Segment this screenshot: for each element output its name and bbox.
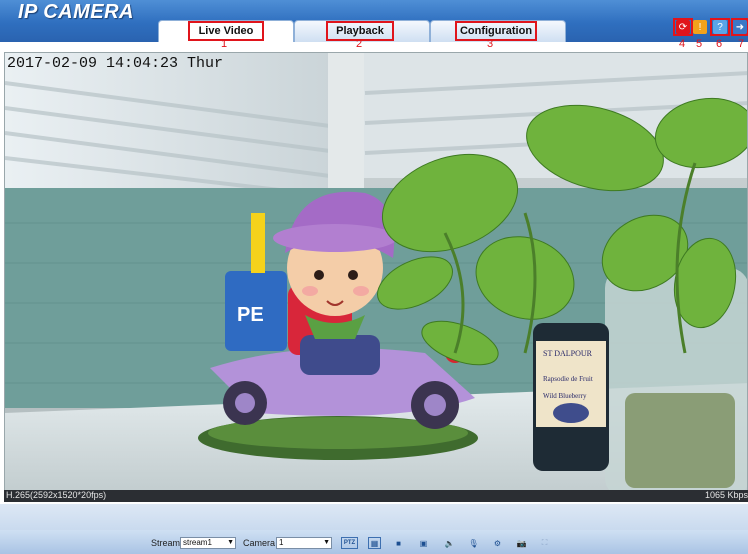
microphone-icon[interactable]: 🎙 [467, 537, 480, 549]
grid-layout-icon[interactable]: ▦ [368, 537, 381, 549]
chevron-down-icon: ▼ [323, 539, 330, 546]
callout-5: 5 [696, 38, 703, 50]
audio-icon[interactable]: 🔈 [443, 537, 456, 549]
callout-1: 1 [221, 38, 228, 50]
codec-info: H.265(2592x1520*20fps) [6, 490, 107, 500]
chevron-down-icon: ▼ [227, 539, 234, 546]
user-icon[interactable]: ! [693, 20, 707, 34]
app-logo: IP CAMERA [18, 1, 134, 23]
svg-text:Rapsodie de Fruit: Rapsodie de Fruit [543, 375, 593, 383]
stream-select[interactable]: stream1 ▼ [180, 537, 236, 549]
stream-label: Stream [151, 538, 181, 548]
video-timestamp: 2017-02-09 14:04:23 Thur [7, 55, 224, 72]
camera-select[interactable]: 1 ▼ [276, 537, 332, 549]
live-video-feed[interactable]: PE ST DALPOUR Rapsodie de Fruit Wild Blu… [4, 52, 748, 502]
refresh-icon[interactable]: ⟳ [676, 20, 690, 34]
svg-text:PE: PE [237, 304, 264, 326]
callout-6: 6 [716, 38, 723, 50]
svg-text:ST DALPOUR: ST DALPOUR [543, 349, 593, 358]
callout-2: 2 [356, 38, 363, 50]
video-status-bar: H.265(2592x1520*20fps) 1065 Kbps [4, 490, 748, 502]
tab-configuration-label[interactable]: Configuration [455, 21, 537, 41]
camera-label: Camera [243, 538, 276, 548]
camera-select-value: 1 [279, 538, 284, 547]
logout-icon[interactable]: ➜ [733, 20, 747, 34]
snapshot-camera-icon[interactable]: 📷 [515, 537, 528, 549]
svg-text:Wild Blueberry: Wild Blueberry [543, 392, 587, 400]
record-icon[interactable]: ▣ [417, 537, 430, 549]
header-bar: IP CAMERA Live Video Playback Configurat… [0, 0, 748, 42]
callout-3: 3 [487, 38, 494, 50]
fullscreen-icon[interactable]: ⛶ [538, 537, 551, 549]
video-scene: PE ST DALPOUR Rapsodie de Fruit Wild Blu… [5, 53, 747, 501]
stop-icon[interactable]: ■ [392, 537, 405, 549]
settings-gear-icon[interactable]: ⚙ [491, 537, 504, 549]
stream-select-value: stream1 [183, 538, 212, 547]
callout-7: 7 [738, 38, 745, 50]
ptz-button[interactable]: PTZ [341, 537, 358, 549]
bitrate-info: 1065 Kbps [704, 490, 748, 500]
help-icon[interactable]: ? [713, 20, 727, 34]
callout-4: 4 [679, 38, 686, 50]
